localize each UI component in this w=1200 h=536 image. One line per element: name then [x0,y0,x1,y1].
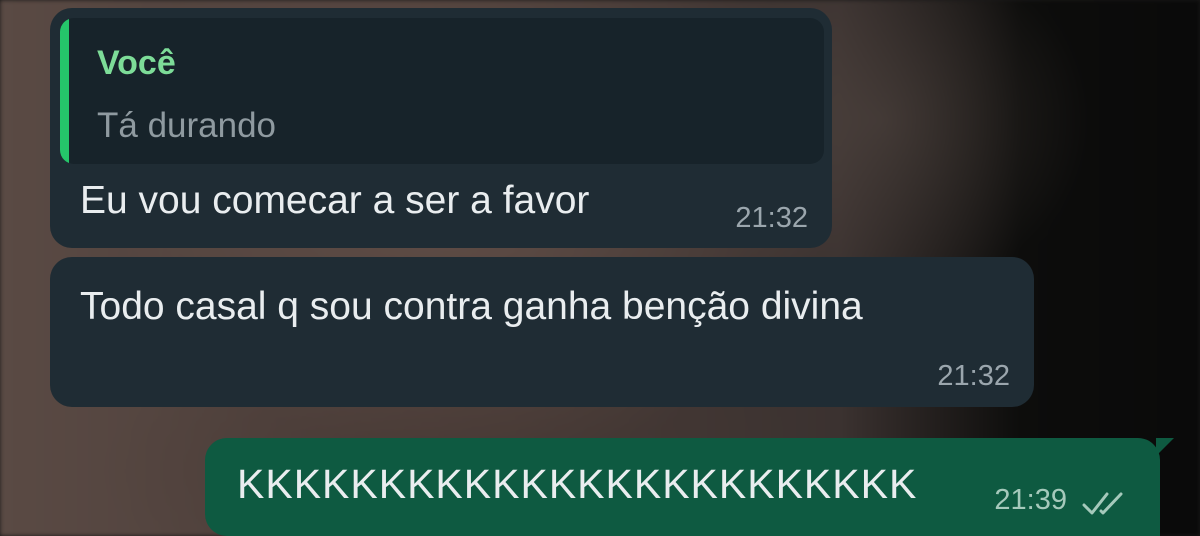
message-timestamp: 21:39 [994,484,1067,516]
quoted-reply-author: Você [97,44,176,82]
message-bubble-incoming[interactable]: Todo casal q sou contra ganha benção div… [50,257,1034,407]
message-bubble-outgoing[interactable]: KKKKKKKKKKKKKKKKKKKKKKKK 21:39 [205,438,1174,536]
message-text: Todo casal q sou contra ganha benção div… [80,285,863,328]
quoted-reply-accent-bar [60,18,69,164]
message-timestamp: 21:32 [937,360,1010,392]
double-check-icon [1082,492,1123,515]
message-bubble-incoming[interactable]: Você Tá durando Eu vou comecar a ser a f… [50,8,832,248]
message-text: Eu vou comecar a ser a favor [80,179,590,222]
message-timestamp: 21:32 [735,202,808,234]
bubble-tail [1156,438,1174,456]
quoted-reply-text: Tá durando [97,106,277,145]
message-text: KKKKKKKKKKKKKKKKKKKKKKKK [237,461,918,507]
quoted-reply[interactable]: Você Tá durando [60,18,824,164]
